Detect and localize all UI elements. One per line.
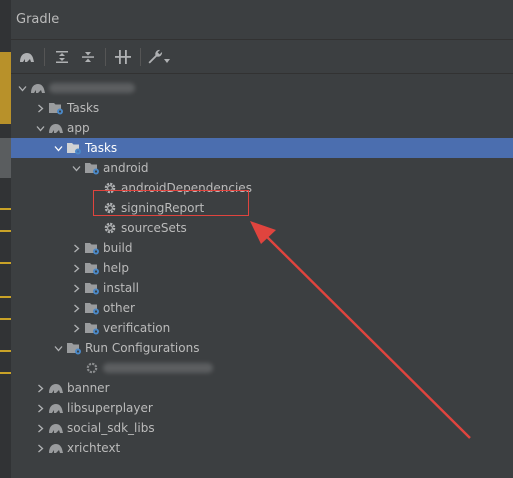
tree-node-xrichtext[interactable]: xrichtext [11, 438, 513, 458]
gear-icon [101, 218, 119, 238]
collapse-all-button[interactable] [76, 45, 100, 69]
tree-node-run-config-item[interactable] [11, 358, 513, 378]
gradle-tool-window: Gradle Tasks app Tasks android androidDe… [11, 0, 513, 478]
chevron-right-icon[interactable] [69, 258, 83, 278]
gradle-elephant-icon [47, 438, 65, 458]
tree-node-label: android [103, 161, 149, 175]
tree-node-banner[interactable]: banner [11, 378, 513, 398]
tree-node-label: app [67, 121, 90, 135]
gutter-marker [0, 208, 11, 210]
task-folder-icon [83, 318, 101, 338]
chevron-right-icon[interactable] [69, 298, 83, 318]
tree-node-verification[interactable]: verification [11, 318, 513, 338]
toolbar-separator [140, 47, 141, 66]
tool-window-header: Gradle [11, 0, 513, 40]
collapse-all-icon [82, 51, 94, 62]
refresh-gradle-button[interactable] [15, 45, 39, 69]
chevron-right-icon[interactable] [33, 438, 47, 458]
build-settings-button[interactable] [146, 45, 170, 69]
task-folder-icon [83, 238, 101, 258]
expand-all-icon [56, 50, 68, 63]
chevron-right-icon[interactable] [33, 378, 47, 398]
chevron-down-icon [163, 58, 170, 63]
toolbar-separator [105, 47, 106, 66]
chevron-right-icon[interactable] [33, 398, 47, 418]
tree-node-label: help [103, 261, 129, 275]
tool-window-title: Gradle [16, 12, 60, 27]
tree-node-label: build [103, 241, 133, 255]
gradle-elephant-icon [47, 398, 65, 418]
chevron-right-icon[interactable] [69, 278, 83, 298]
tree-node-app[interactable]: app [11, 118, 513, 138]
gradle-toolbar [11, 40, 513, 74]
gear-icon [83, 358, 101, 378]
tree-node-help[interactable]: help [11, 258, 513, 278]
refresh-gradle-icon [20, 52, 34, 62]
gutter-marker [0, 230, 11, 232]
tree-node-social-sdk-libs[interactable]: social_sdk_libs [11, 418, 513, 438]
editor-gutter [0, 0, 11, 478]
tree-node-android[interactable]: android [11, 158, 513, 178]
task-folder-icon [47, 98, 65, 118]
task-folder-icon [83, 158, 101, 178]
tree-node-root-project[interactable] [11, 78, 513, 98]
gutter-marker [0, 296, 11, 298]
tree-node-build[interactable]: build [11, 238, 513, 258]
tree-node-label: sourceSets [121, 221, 187, 235]
tree-node-task-android-dependencies[interactable]: androidDependencies [11, 178, 513, 198]
chevron-down-icon[interactable] [51, 338, 65, 358]
run-config-folder-icon [65, 338, 83, 358]
tree-node-label: install [103, 281, 139, 295]
obscured-project-name [49, 83, 135, 93]
tree-node-install[interactable]: install [11, 278, 513, 298]
wrench-icon [148, 49, 162, 63]
gutter-scroll-marker [0, 138, 11, 178]
tree-node-other[interactable]: other [11, 298, 513, 318]
tree-node-label: social_sdk_libs [67, 421, 155, 435]
tree-node-run-configurations[interactable]: Run Configurations [11, 338, 513, 358]
obscured-run-config-name [103, 363, 213, 373]
task-folder-icon [83, 298, 101, 318]
gradle-project-tree: Tasks app Tasks android androidDependenc… [11, 74, 513, 458]
gutter-marker [0, 372, 11, 374]
tree-node-label: verification [103, 321, 171, 335]
tree-node-app-tasks[interactable]: Tasks [11, 138, 513, 158]
toggle-offline-button[interactable] [111, 45, 135, 69]
gradle-elephant-icon [47, 118, 65, 138]
chevron-right-icon[interactable] [33, 418, 47, 438]
gradle-elephant-icon [29, 78, 47, 98]
tree-node-label: banner [67, 381, 110, 395]
chevron-right-icon[interactable] [69, 318, 83, 338]
gutter-change-marker [0, 52, 11, 124]
chevron-right-icon[interactable] [33, 98, 47, 118]
tree-node-root-tasks[interactable]: Tasks [11, 98, 513, 118]
tree-node-label: other [103, 301, 135, 315]
tree-node-libsuperplayer[interactable]: libsuperplayer [11, 398, 513, 418]
chevron-down-icon[interactable] [69, 158, 83, 178]
tree-node-task-source-sets[interactable]: sourceSets [11, 218, 513, 238]
annotation-highlight-box [93, 190, 249, 216]
chevron-down-icon[interactable] [15, 78, 29, 98]
gutter-marker [0, 262, 11, 264]
task-folder-icon [83, 258, 101, 278]
gutter-marker [0, 318, 11, 320]
tree-node-label: Tasks [85, 141, 118, 155]
tree-node-label: xrichtext [67, 441, 121, 455]
task-folder-icon [83, 278, 101, 298]
gradle-elephant-icon [47, 378, 65, 398]
task-folder-icon [65, 138, 83, 158]
tree-node-label: Run Configurations [85, 341, 200, 355]
tree-node-label: Tasks [67, 101, 100, 115]
gutter-marker [0, 350, 11, 352]
chevron-down-icon[interactable] [51, 138, 65, 158]
toolbar-separator [44, 47, 45, 66]
toggle-offline-icon [115, 49, 131, 64]
tree-node-label: libsuperplayer [67, 401, 153, 415]
tree-node-task-signing-report[interactable]: signingReport [11, 198, 513, 218]
chevron-right-icon[interactable] [69, 238, 83, 258]
expand-all-button[interactable] [50, 45, 74, 69]
chevron-down-icon[interactable] [33, 118, 47, 138]
gradle-elephant-icon [47, 418, 65, 438]
